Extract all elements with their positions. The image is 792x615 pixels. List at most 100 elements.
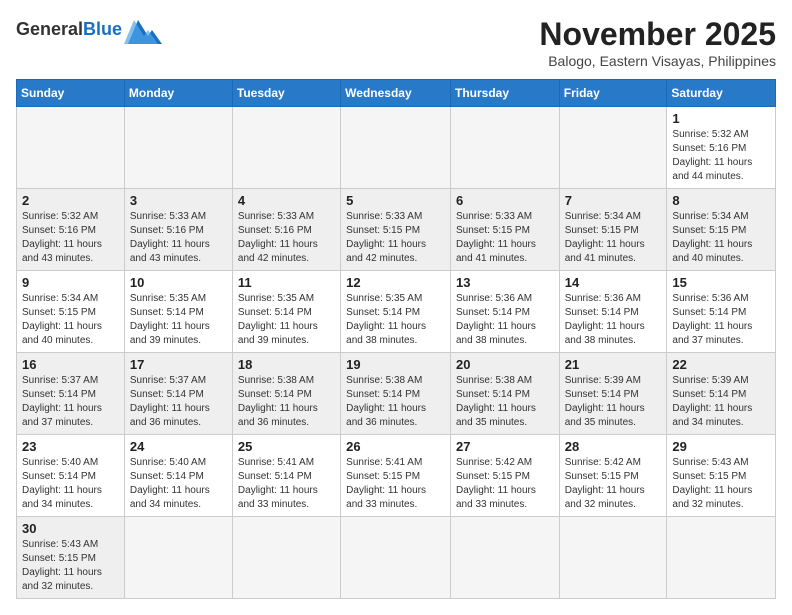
calendar-cell bbox=[450, 517, 559, 599]
calendar-cell: 15Sunrise: 5:36 AM Sunset: 5:14 PM Dayli… bbox=[667, 271, 776, 353]
day-number: 12 bbox=[346, 275, 445, 290]
day-info: Sunrise: 5:38 AM Sunset: 5:14 PM Dayligh… bbox=[238, 374, 335, 430]
day-number: 27 bbox=[456, 439, 554, 454]
day-info: Sunrise: 5:41 AM Sunset: 5:15 PM Dayligh… bbox=[346, 456, 445, 512]
logo-area: GeneralBlue bbox=[16, 16, 162, 44]
calendar-cell bbox=[124, 517, 232, 599]
calendar-cell: 20Sunrise: 5:38 AM Sunset: 5:14 PM Dayli… bbox=[450, 353, 559, 435]
location-subtitle: Balogo, Eastern Visayas, Philippines bbox=[539, 53, 776, 69]
day-number: 29 bbox=[672, 439, 770, 454]
day-info: Sunrise: 5:37 AM Sunset: 5:14 PM Dayligh… bbox=[130, 374, 227, 430]
week-row-5: 23 Sunrise: 5:40 AM Sunset: 5:14 PM Dayli… bbox=[17, 435, 776, 517]
day-number: 14 bbox=[565, 275, 662, 290]
day-number: 16 bbox=[22, 357, 119, 372]
logo-icon bbox=[124, 18, 162, 44]
calendar-cell: 22Sunrise: 5:39 AM Sunset: 5:14 PM Dayli… bbox=[667, 353, 776, 435]
calendar-cell: 12 Sunrise: 5:35 AM Sunset: 5:14 PM Dayli… bbox=[341, 271, 451, 353]
calendar-cell: 16 Sunrise: 5:37 AM Sunset: 5:14 PM Dayli… bbox=[17, 353, 125, 435]
col-header-wednesday: Wednesday bbox=[341, 80, 451, 107]
day-info: Sunrise: 5:36 AM Sunset: 5:14 PM Dayligh… bbox=[565, 292, 662, 348]
day-number: 7 bbox=[565, 193, 662, 208]
calendar-cell: 14 Sunrise: 5:36 AM Sunset: 5:14 PM Dayli… bbox=[559, 271, 667, 353]
calendar-cell bbox=[17, 107, 125, 189]
calendar-cell: 13 Sunrise: 5:36 AM Sunset: 5:14 PM Dayli… bbox=[450, 271, 559, 353]
calendar-cell: 6 Sunrise: 5:33 AM Sunset: 5:15 PM Daylig… bbox=[450, 189, 559, 271]
calendar-cell bbox=[559, 517, 667, 599]
day-number: 1 bbox=[672, 111, 770, 126]
day-info: Sunrise: 5:37 AM Sunset: 5:14 PM Dayligh… bbox=[22, 374, 119, 430]
calendar-cell: 26 Sunrise: 5:41 AM Sunset: 5:15 PM Dayli… bbox=[341, 435, 451, 517]
day-info: Sunrise: 5:33 AM Sunset: 5:16 PM Dayligh… bbox=[238, 210, 335, 266]
day-number: 30 bbox=[22, 521, 119, 536]
day-number: 25 bbox=[238, 439, 335, 454]
day-info: Sunrise: 5:35 AM Sunset: 5:14 PM Dayligh… bbox=[130, 292, 227, 348]
calendar-cell: 7 Sunrise: 5:34 AM Sunset: 5:15 PM Daylig… bbox=[559, 189, 667, 271]
calendar-cell: 11Sunrise: 5:35 AM Sunset: 5:14 PM Dayli… bbox=[232, 271, 340, 353]
calendar-cell: 23Sunrise: 5:40 AM Sunset: 5:14 PM Dayli… bbox=[17, 435, 125, 517]
day-info: Sunrise: 5:36 AM Sunset: 5:14 PM Dayligh… bbox=[456, 292, 554, 348]
col-header-thursday: Thursday bbox=[450, 80, 559, 107]
month-title: November 2025 bbox=[539, 16, 776, 53]
week-row-4: 16 Sunrise: 5:37 AM Sunset: 5:14 PM Dayli… bbox=[17, 353, 776, 435]
calendar-cell: 25 Sunrise: 5:41 AM Sunset: 5:14 PM Dayli… bbox=[232, 435, 340, 517]
day-number: 21 bbox=[565, 357, 662, 372]
day-info: Sunrise: 5:33 AM Sunset: 5:15 PM Dayligh… bbox=[456, 210, 554, 266]
day-number: 24 bbox=[130, 439, 227, 454]
day-info: Sunrise: 5:34 AM Sunset: 5:15 PM Dayligh… bbox=[672, 210, 770, 266]
calendar-cell: 28 Sunrise: 5:42 AM Sunset: 5:15 PM Dayli… bbox=[559, 435, 667, 517]
calendar-cell: 29 Sunrise: 5:43 AM Sunset: 5:15 PM Dayli… bbox=[667, 435, 776, 517]
day-number: 6 bbox=[456, 193, 554, 208]
day-info: Sunrise: 5:43 AM Sunset: 5:15 PM Dayligh… bbox=[672, 456, 770, 512]
day-info: Sunrise: 5:33 AM Sunset: 5:16 PM Dayligh… bbox=[130, 210, 227, 266]
calendar-cell: 19 Sunrise: 5:38 AM Sunset: 5:14 PM Dayli… bbox=[341, 353, 451, 435]
day-number: 18 bbox=[238, 357, 335, 372]
day-info: Sunrise: 5:38 AM Sunset: 5:14 PM Dayligh… bbox=[456, 374, 554, 430]
calendar-cell: 10 Sunrise: 5:35 AM Sunset: 5:14 PM Dayli… bbox=[124, 271, 232, 353]
day-info: Sunrise: 5:39 AM Sunset: 5:14 PM Dayligh… bbox=[672, 374, 770, 430]
day-number: 13 bbox=[456, 275, 554, 290]
calendar-cell: 8 Sunrise: 5:34 AM Sunset: 5:15 PM Daylig… bbox=[667, 189, 776, 271]
calendar-table: SundayMondayTuesdayWednesdayThursdayFrid… bbox=[16, 79, 776, 599]
day-number: 2 bbox=[22, 193, 119, 208]
calendar-cell: 1 Sunrise: 5:32 AM Sunset: 5:16 PM Daylig… bbox=[667, 107, 776, 189]
day-info: Sunrise: 5:40 AM Sunset: 5:14 PM Dayligh… bbox=[130, 456, 227, 512]
day-number: 10 bbox=[130, 275, 227, 290]
calendar-cell bbox=[232, 107, 340, 189]
day-info: Sunrise: 5:43 AM Sunset: 5:15 PM Dayligh… bbox=[22, 538, 119, 594]
day-info: Sunrise: 5:42 AM Sunset: 5:15 PM Dayligh… bbox=[565, 456, 662, 512]
header: GeneralBlue November 2025 Balogo, Easter… bbox=[16, 16, 776, 69]
calendar-cell bbox=[124, 107, 232, 189]
day-info: Sunrise: 5:38 AM Sunset: 5:14 PM Dayligh… bbox=[346, 374, 445, 430]
calendar-cell: 17Sunrise: 5:37 AM Sunset: 5:14 PM Dayli… bbox=[124, 353, 232, 435]
day-number: 5 bbox=[346, 193, 445, 208]
day-info: Sunrise: 5:35 AM Sunset: 5:14 PM Dayligh… bbox=[346, 292, 445, 348]
calendar-cell: 3Sunrise: 5:33 AM Sunset: 5:16 PM Daylig… bbox=[124, 189, 232, 271]
day-info: Sunrise: 5:32 AM Sunset: 5:16 PM Dayligh… bbox=[672, 128, 770, 184]
day-number: 28 bbox=[565, 439, 662, 454]
col-header-friday: Friday bbox=[559, 80, 667, 107]
day-info: Sunrise: 5:41 AM Sunset: 5:14 PM Dayligh… bbox=[238, 456, 335, 512]
calendar-cell: 24 Sunrise: 5:40 AM Sunset: 5:14 PM Dayli… bbox=[124, 435, 232, 517]
calendar-cell: 9 Sunrise: 5:34 AM Sunset: 5:15 PM Daylig… bbox=[17, 271, 125, 353]
logo-text: GeneralBlue bbox=[16, 19, 122, 41]
day-info: Sunrise: 5:34 AM Sunset: 5:15 PM Dayligh… bbox=[565, 210, 662, 266]
col-header-saturday: Saturday bbox=[667, 80, 776, 107]
calendar-cell: 18 Sunrise: 5:38 AM Sunset: 5:14 PM Dayli… bbox=[232, 353, 340, 435]
calendar-cell: 5Sunrise: 5:33 AM Sunset: 5:15 PM Daylig… bbox=[341, 189, 451, 271]
calendar-cell: 21 Sunrise: 5:39 AM Sunset: 5:14 PM Dayli… bbox=[559, 353, 667, 435]
week-row-6: 30 Sunrise: 5:43 AM Sunset: 5:15 PM Dayli… bbox=[17, 517, 776, 599]
day-number: 19 bbox=[346, 357, 445, 372]
calendar-cell bbox=[667, 517, 776, 599]
page-container: GeneralBlue November 2025 Balogo, Easter… bbox=[16, 16, 776, 599]
col-header-sunday: Sunday bbox=[17, 80, 125, 107]
calendar-header-row: SundayMondayTuesdayWednesdayThursdayFrid… bbox=[17, 80, 776, 107]
day-number: 9 bbox=[22, 275, 119, 290]
calendar-cell bbox=[341, 107, 451, 189]
day-info: Sunrise: 5:39 AM Sunset: 5:14 PM Dayligh… bbox=[565, 374, 662, 430]
day-number: 8 bbox=[672, 193, 770, 208]
day-number: 23 bbox=[22, 439, 119, 454]
day-number: 26 bbox=[346, 439, 445, 454]
day-info: Sunrise: 5:34 AM Sunset: 5:15 PM Dayligh… bbox=[22, 292, 119, 348]
day-info: Sunrise: 5:32 AM Sunset: 5:16 PM Dayligh… bbox=[22, 210, 119, 266]
calendar-cell bbox=[232, 517, 340, 599]
